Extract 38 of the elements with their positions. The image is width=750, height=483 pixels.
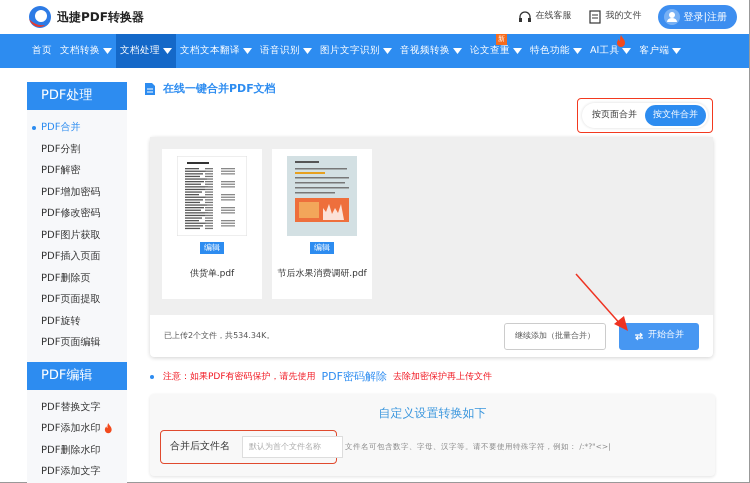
sidebar-heading: PDF处理	[27, 82, 127, 110]
sidebar-item[interactable]: PDF增加密码	[27, 182, 127, 203]
file-icon	[588, 10, 602, 24]
bullet-icon	[150, 375, 154, 380]
sidebar-item[interactable]: PDF页面提取	[27, 289, 127, 310]
sidebar-item[interactable]: PDF添加水印	[27, 418, 127, 440]
sidebar-item[interactable]: PDF解密	[27, 160, 127, 182]
swap-icon	[634, 332, 644, 340]
sidebar-item[interactable]: PDF图片获取	[27, 224, 127, 246]
logo-text: 迅捷PDF转换器	[57, 9, 144, 26]
settings-title: 自定义设置转换如下	[378, 406, 486, 420]
sidebar-item[interactable]: PDF修改密码	[27, 203, 127, 224]
logo-icon	[27, 5, 53, 29]
user-icon	[664, 9, 680, 25]
sidebar-item[interactable]: PDF插入页面	[27, 246, 127, 268]
sidebar-item[interactable]: PDF旋转	[27, 310, 127, 332]
file-name: 供货单.pdf	[190, 268, 234, 281]
notice-text: 注意：如果PDF有密码保护，请先使用	[163, 370, 316, 384]
sidebar-item[interactable]: PDF添加文字	[27, 461, 127, 482]
bullet-icon	[32, 126, 36, 130]
sidebar-item[interactable]: PDF页面编辑	[27, 332, 127, 354]
upload-summary: 已上传2个文件，共534.34K。	[164, 330, 274, 342]
sidebar-item[interactable]: PDF删除页	[27, 268, 127, 289]
sidebar-item[interactable]: PDF删除水印	[27, 440, 127, 461]
page-title: 在线一键合并PDF文档	[163, 81, 276, 97]
header-link[interactable]: 在线客服	[536, 10, 572, 24]
sidebar-item[interactable]: PDF替换文字	[27, 396, 127, 418]
file-name: 节后水果消费调研.pdf	[277, 268, 367, 281]
add-more-button[interactable]: 继续添加（批量合并）	[504, 322, 606, 350]
filename-field[interactable]: 默认为首个文件名称	[242, 436, 343, 458]
filename-label: 合并后文件名	[170, 440, 230, 454]
headset-icon	[518, 10, 532, 24]
notice-text: 去除加密保护再上传文件	[392, 370, 492, 384]
nav-item[interactable]: 文档处理	[116, 34, 176, 68]
document-icon	[145, 83, 155, 96]
sidebar-item[interactable]: PDF分割	[27, 138, 127, 160]
header-link[interactable]: 我的文件	[606, 10, 642, 24]
sidebar-heading: PDF编辑	[27, 362, 127, 390]
